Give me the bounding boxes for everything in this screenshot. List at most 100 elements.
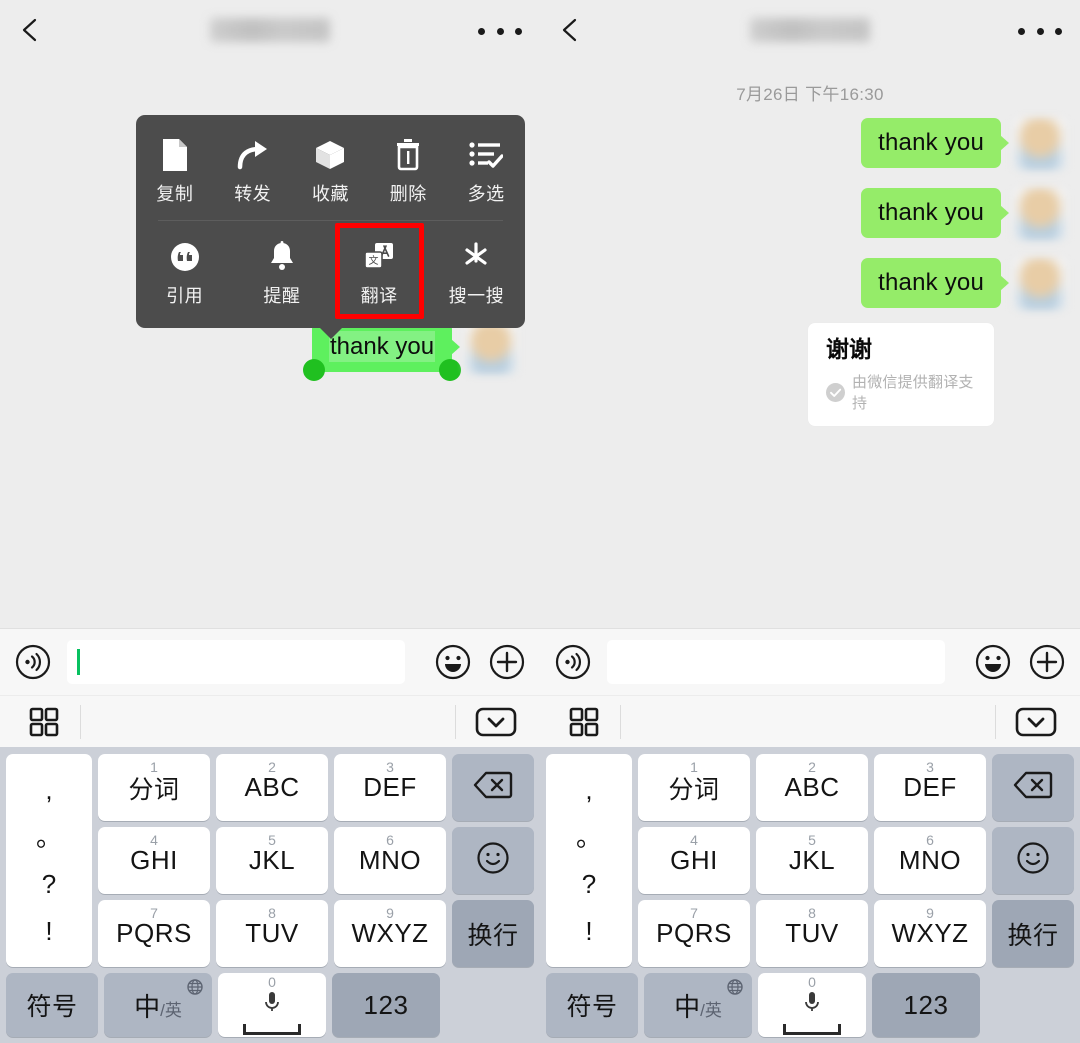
key-1[interactable]: 1 分词 <box>98 754 210 821</box>
message-bubble[interactable]: thank you <box>861 258 1009 308</box>
message-row: thank you <box>861 118 1066 170</box>
key-3[interactable]: 3 DEF <box>334 754 446 821</box>
enter-key[interactable]: 换行 <box>452 900 534 967</box>
globe-icon <box>187 979 203 995</box>
selection-handle-end[interactable] <box>439 359 462 381</box>
key-number: 6 <box>926 832 934 848</box>
more-options-button[interactable] <box>478 26 522 36</box>
emoji-button[interactable] <box>973 642 1013 682</box>
svg-text:文: 文 <box>369 254 379 267</box>
key-label: 123 <box>903 989 949 1020</box>
language-toggle-key[interactable]: 中 /英 <box>644 973 752 1037</box>
translation-card[interactable]: 谢谢 由微信提供翻译支持 <box>808 323 994 427</box>
add-more-button[interactable] <box>1027 642 1067 682</box>
key-1[interactable]: 1 分词 <box>638 754 750 821</box>
message-bubble[interactable]: thank you <box>861 118 1009 168</box>
voice-input-button[interactable] <box>553 642 593 682</box>
context-menu-item-forward[interactable]: 转发 <box>214 129 292 210</box>
key-9[interactable]: 9 WXYZ <box>334 900 446 967</box>
emoji-smile-icon <box>1016 841 1050 880</box>
avatar[interactable] <box>1014 188 1066 240</box>
enter-key[interactable]: 换行 <box>992 900 1074 967</box>
key-number: 8 <box>808 905 816 921</box>
grid-panel-icon[interactable] <box>26 704 62 740</box>
chat-area-left: 复制 转发 收藏 删除 多选 引用 提醒 文 翻译 搜一搜 thank you <box>0 60 540 628</box>
punctuation-key[interactable]: , 。 ? ! <box>6 754 92 967</box>
key-2[interactable]: 2 ABC <box>756 754 868 821</box>
multi-select-icon <box>469 137 504 173</box>
emoji-key[interactable] <box>452 827 534 894</box>
backspace-key[interactable] <box>452 754 534 821</box>
keyboard-row: 换行 <box>449 897 537 970</box>
context-menu-item-quote[interactable]: 引用 <box>136 231 233 312</box>
message-bubble[interactable]: thank you <box>861 188 1009 238</box>
context-menu-item-delete[interactable]: 删除 <box>369 129 447 210</box>
space-key[interactable]: 0 <box>218 973 326 1037</box>
function-key-column: 换行 <box>449 751 537 970</box>
keyboard-right: , 。 ? ! 1 分词 2 ABC 3 DEF 4 GHI 5 JKL 6 MNO <box>540 747 1080 1043</box>
avatar[interactable] <box>1014 118 1066 170</box>
key-number: 4 <box>690 832 698 848</box>
key-4[interactable]: 4 GHI <box>638 827 750 894</box>
symbols-key[interactable]: 符号 <box>546 973 638 1037</box>
context-menu-item-translate[interactable]: 文 翻译 <box>331 223 428 319</box>
add-more-button[interactable] <box>487 642 527 682</box>
key-number: 9 <box>386 905 394 921</box>
emoji-button[interactable] <box>433 642 473 682</box>
more-dots-icon <box>496 27 504 35</box>
grid-panel-icon[interactable] <box>566 704 602 740</box>
message-input[interactable] <box>607 640 945 684</box>
key-3[interactable]: 3 DEF <box>874 754 986 821</box>
navbar-right <box>540 0 1080 60</box>
chevron-down-box-icon[interactable] <box>1014 706 1058 738</box>
numeric-key[interactable]: 123 <box>872 973 980 1037</box>
key-8[interactable]: 8 TUV <box>216 900 328 967</box>
selection-handle-start[interactable] <box>303 359 325 381</box>
context-menu-item-reminder[interactable]: 提醒 <box>233 231 330 312</box>
key-number: 0 <box>808 974 816 990</box>
key-7[interactable]: 7 PQRS <box>98 900 210 967</box>
key-6[interactable]: 6 MNO <box>334 827 446 894</box>
key-5[interactable]: 5 JKL <box>756 827 868 894</box>
more-dots-icon <box>1018 27 1025 35</box>
keyboard-bottom-row: 符号 中 /英 0 123 <box>543 970 1077 1040</box>
symbols-key[interactable]: 符号 <box>6 973 98 1037</box>
context-menu-item-multiselect[interactable]: 多选 <box>447 129 525 210</box>
keyboard-left: , 。 ? ! 1 分词 2 ABC 3 DEF 4 GHI 5 JKL 6 MNO <box>0 747 540 1043</box>
more-dots-icon <box>478 27 485 35</box>
input-bar-right <box>540 628 1080 695</box>
punctuation-key[interactable]: , 。 ? ! <box>546 754 632 967</box>
more-options-button[interactable] <box>1018 26 1062 36</box>
key-7[interactable]: 7 PQRS <box>638 900 750 967</box>
back-button[interactable] <box>16 16 44 44</box>
backspace-key[interactable] <box>992 754 1074 821</box>
digit-key-grid: 1 分词 2 ABC 3 DEF 4 GHI 5 JKL 6 MNO 7 PQRS 8 TUV … <box>95 751 449 970</box>
trash-icon <box>395 137 421 173</box>
voice-input-button[interactable] <box>13 642 53 682</box>
space-key[interactable]: 0 <box>758 973 866 1037</box>
key-number: 5 <box>268 832 276 848</box>
context-menu-item-search[interactable]: 搜一搜 <box>428 231 525 312</box>
key-6[interactable]: 6 MNO <box>874 827 986 894</box>
key-8[interactable]: 8 TUV <box>756 900 868 967</box>
key-2[interactable]: 2 ABC <box>216 754 328 821</box>
context-menu-item-favorite[interactable]: 收藏 <box>292 129 370 210</box>
context-menu-item-copy[interactable]: 复制 <box>136 129 214 210</box>
key-9[interactable]: 9 WXYZ <box>874 900 986 967</box>
message-input[interactable] <box>67 640 405 684</box>
key-5[interactable]: 5 JKL <box>216 827 328 894</box>
avatar[interactable] <box>465 322 518 374</box>
punct-exclaim: ! <box>585 916 593 947</box>
key-number: 8 <box>268 905 276 921</box>
key-label: JKL <box>248 845 296 875</box>
emoji-key[interactable] <box>992 827 1074 894</box>
backspace-icon <box>1013 770 1053 805</box>
chevron-down-box-icon[interactable] <box>474 706 518 738</box>
language-toggle-key[interactable]: 中 /英 <box>104 973 212 1037</box>
key-label: 符号 <box>566 993 618 1021</box>
key-4[interactable]: 4 GHI <box>98 827 210 894</box>
avatar[interactable] <box>1014 258 1066 310</box>
more-dots-icon <box>1036 27 1044 35</box>
numeric-key[interactable]: 123 <box>332 973 440 1037</box>
back-button[interactable] <box>556 16 584 44</box>
